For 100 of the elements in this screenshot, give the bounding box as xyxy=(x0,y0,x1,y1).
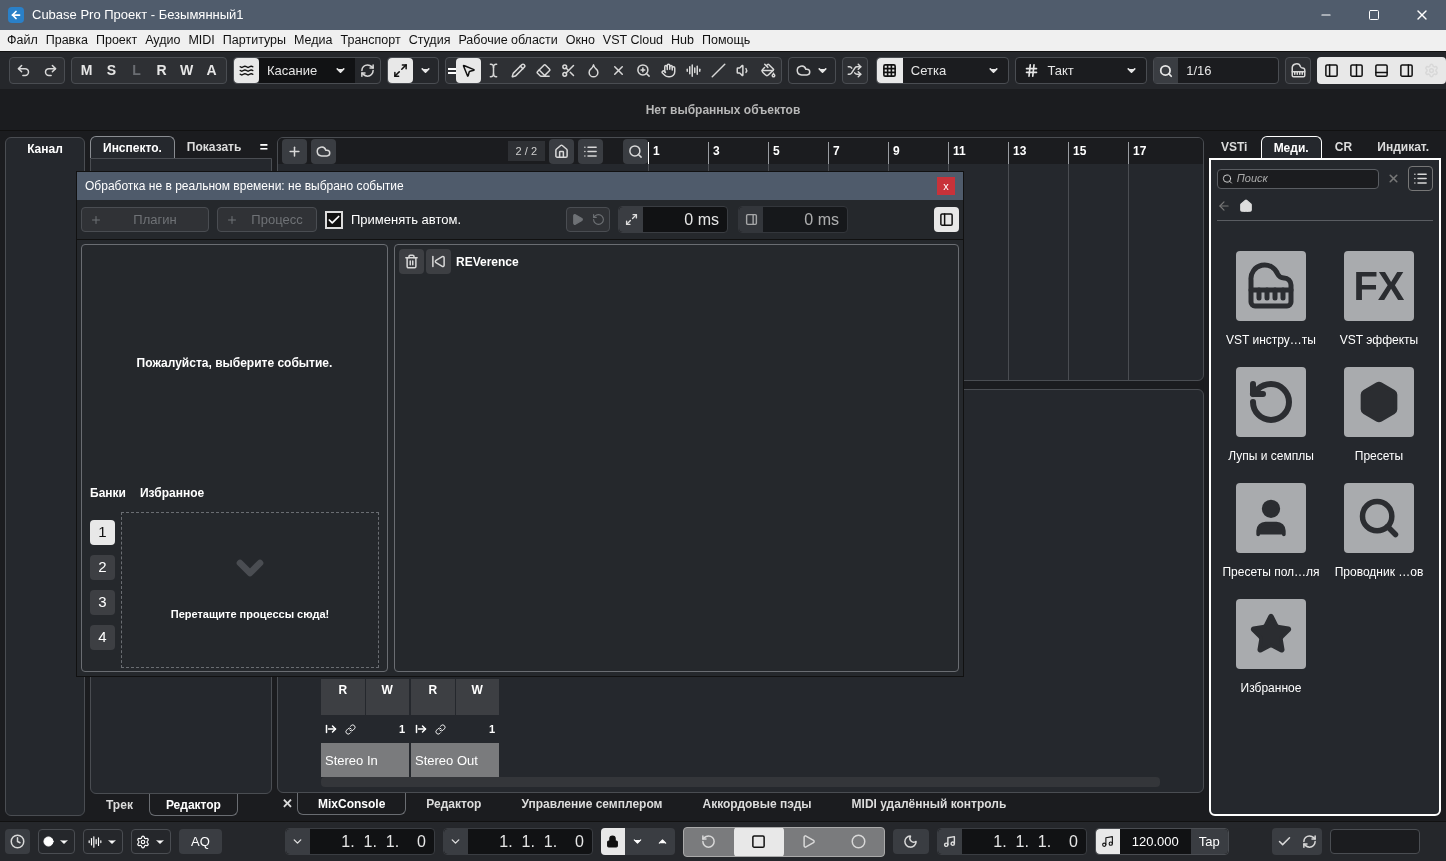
search-input[interactable]: Поиск xyxy=(1236,170,1374,187)
delete-button[interactable] xyxy=(399,249,424,274)
lower-zone-icon xyxy=(1374,63,1389,78)
mode-button[interactable]: R xyxy=(149,58,174,83)
bank-button[interactable]: 4 xyxy=(90,625,115,650)
snap-type-dropdown[interactable]: Сетка xyxy=(875,57,1010,84)
search-button[interactable] xyxy=(623,138,648,164)
bypass-button[interactable] xyxy=(426,249,451,274)
write-button[interactable]: W xyxy=(365,679,409,715)
tab[interactable]: CR xyxy=(1322,136,1365,158)
menu-item[interactable]: Медиа xyxy=(290,31,337,50)
read-button[interactable]: R xyxy=(321,679,365,715)
menu-item[interactable]: Помощь xyxy=(698,31,755,50)
preview-icon[interactable] xyxy=(571,213,584,226)
sleep-icon xyxy=(903,834,919,849)
menu-item[interactable]: Аудио xyxy=(141,31,185,50)
repeat-icon[interactable] xyxy=(592,213,605,226)
tab[interactable]: Меди. xyxy=(1260,136,1322,158)
menu-item[interactable]: Окно xyxy=(561,31,599,50)
dialog-close-button[interactable]: x xyxy=(937,177,955,195)
tab[interactable]: Управление семплером xyxy=(501,793,683,815)
left-locator[interactable]: 1. 1. 1. 0 xyxy=(284,828,435,855)
shuffle-button[interactable] xyxy=(842,57,868,84)
back-icon[interactable] xyxy=(1217,198,1231,213)
stop-button[interactable] xyxy=(733,827,784,856)
left-zone-icon xyxy=(1324,63,1339,78)
menu-item[interactable]: Правка xyxy=(41,31,92,50)
write-button[interactable]: W xyxy=(455,679,499,715)
mode-button[interactable]: W xyxy=(174,58,199,83)
info-line: Нет выбранных объектов xyxy=(645,101,801,119)
bank-tab[interactable]: Избранное xyxy=(139,484,205,502)
tab[interactable]: Показать xyxy=(174,136,254,158)
media-item[interactable]: Проводник …ов xyxy=(1325,483,1433,581)
tab[interactable]: Индикат. xyxy=(1365,136,1441,158)
position[interactable]: 1. 1. 1. 0 xyxy=(936,828,1087,855)
menu-item[interactable]: Файл xyxy=(3,31,42,50)
mode-button[interactable]: S xyxy=(99,58,124,83)
tab[interactable]: MixConsole xyxy=(297,793,407,815)
list-button[interactable] xyxy=(578,138,603,164)
read-button[interactable]: R xyxy=(411,679,455,715)
menu-item[interactable]: Студия xyxy=(404,31,455,50)
media-item[interactable]: Пресеты xyxy=(1325,367,1433,465)
tab[interactable]: Инспекто. xyxy=(90,136,175,158)
menu-item[interactable]: MIDI xyxy=(184,31,219,50)
bank-tab[interactable]: Банки xyxy=(90,484,126,502)
ruler-number: 5 xyxy=(768,142,828,164)
piano-icon xyxy=(1247,262,1295,310)
tab[interactable]: Редактор xyxy=(406,793,502,815)
media-item[interactable]: Избранное xyxy=(1217,599,1325,697)
media-item[interactable]: Лупы и семплы xyxy=(1217,367,1325,465)
search-field[interactable]: Поиск xyxy=(1217,168,1379,189)
auto-quantize-button[interactable]: AQ xyxy=(179,829,222,854)
tab[interactable]: Редактор xyxy=(148,794,238,816)
keyboard-icon xyxy=(1290,63,1306,78)
bank-button[interactable]: 3 xyxy=(90,590,115,615)
post-crossfade[interactable]: 0 ms xyxy=(738,206,848,233)
sync-button[interactable] xyxy=(5,829,30,854)
quantize-field[interactable]: 1/16 xyxy=(1153,57,1280,84)
media-item[interactable]: VST инстру…ты xyxy=(1217,251,1325,349)
select-button[interactable] xyxy=(456,58,481,83)
menu-item[interactable]: Рабочие области xyxy=(454,31,562,50)
clear-icon[interactable] xyxy=(1387,172,1400,185)
automation-mode-dropdown[interactable]: Касание xyxy=(259,58,355,83)
window-title: Cubase Pro Проект - Безымянный1 xyxy=(32,6,244,25)
menu-item[interactable]: Партитуры xyxy=(218,31,291,50)
sleep-button[interactable] xyxy=(892,829,929,854)
tab[interactable]: MIDI удалённый контроль xyxy=(831,793,1027,815)
tab[interactable]: Трек xyxy=(90,794,149,816)
add-track-button[interactable] xyxy=(282,138,307,164)
mode-button[interactable]: A xyxy=(199,58,224,83)
tempo-icon[interactable] xyxy=(1101,835,1115,848)
list-view-button[interactable] xyxy=(1408,166,1433,191)
panel-toggle-button[interactable] xyxy=(934,207,959,232)
grid-dropdown[interactable]: Такт xyxy=(1015,57,1148,84)
link-icon xyxy=(345,723,356,735)
close-zone-button[interactable]: ✕ xyxy=(277,794,297,814)
bank-button[interactable]: 2 xyxy=(90,555,115,580)
list-icon xyxy=(583,143,598,159)
pre-crossfade[interactable]: 0 ms xyxy=(618,206,728,233)
home-button[interactable] xyxy=(549,138,574,164)
inspector-menu-button[interactable]: = xyxy=(259,137,268,158)
drop-hint: Перетащите процессы сюда! xyxy=(170,607,330,622)
menu-item[interactable]: Проект xyxy=(91,31,142,50)
checkbox[interactable] xyxy=(325,210,343,229)
tab[interactable]: Аккордовые пэды xyxy=(682,793,832,815)
tap-button[interactable]: Tap xyxy=(1190,829,1228,854)
mode-button[interactable]: M xyxy=(74,58,99,83)
home-icon[interactable] xyxy=(1239,198,1253,213)
lock-icon[interactable] xyxy=(606,835,620,848)
keyboard-button[interactable] xyxy=(1285,57,1311,84)
bank-button[interactable]: 1 xyxy=(90,520,115,545)
media-item[interactable]: Пресеты пол…ля xyxy=(1217,483,1325,581)
menu-item[interactable]: Транспорт xyxy=(336,31,405,50)
menu-item[interactable]: VST Cloud xyxy=(598,31,668,50)
tab[interactable]: VSTi xyxy=(1209,136,1260,158)
tab[interactable]: Канал xyxy=(27,140,63,158)
media-item[interactable]: FX VST эффекты xyxy=(1325,251,1433,349)
menu-item[interactable]: Hub xyxy=(667,31,698,50)
right-locator[interactable]: 1. 1. 1. 0 xyxy=(442,828,593,855)
zoom-icon xyxy=(636,63,651,78)
